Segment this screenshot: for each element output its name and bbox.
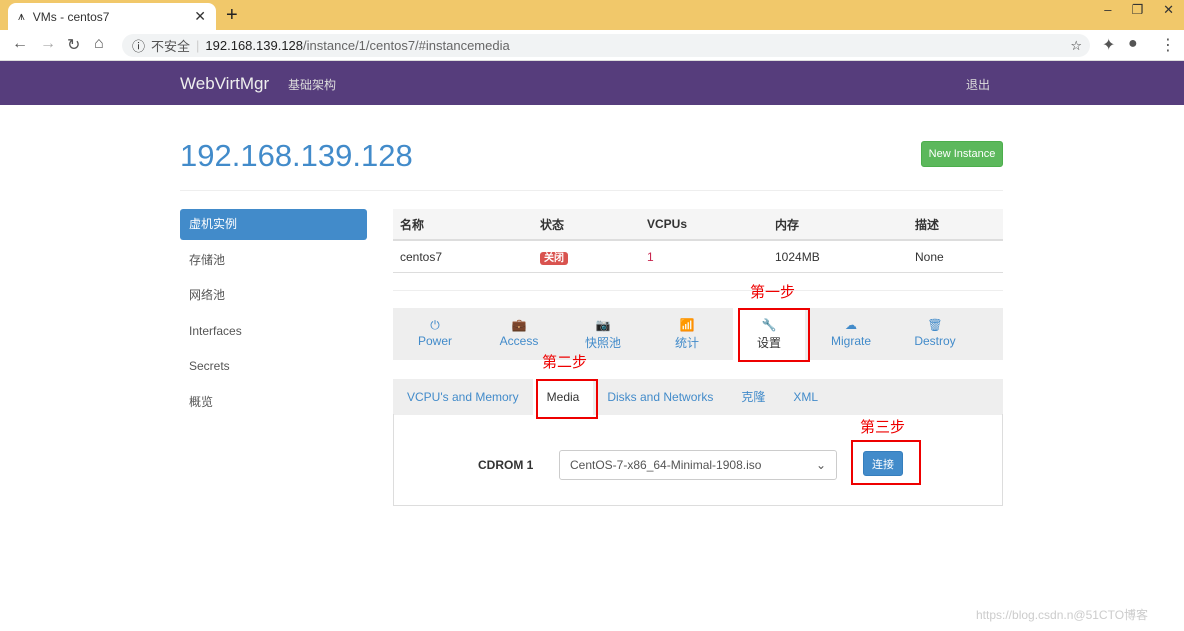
new-tab-button[interactable]: + [226, 4, 238, 27]
annotation-step3: 第三步 [860, 419, 906, 436]
restore-icon[interactable]: ❐ [1131, 2, 1143, 18]
nav-infrastructure[interactable]: 基础架构 [288, 76, 336, 93]
sidebar-item[interactable]: 虚机实例 [180, 209, 367, 240]
instance-actions: ⏻ Power 💼 Access 📷 快照池 📶 统计 🔧 设置 ☁ Migrate 🗑 Destroy [393, 308, 1003, 360]
divider [393, 290, 1003, 291]
profile-icon[interactable]: ● [1128, 35, 1138, 53]
window-controls: – ❐ ✕ [1104, 2, 1174, 18]
cell-value: None [915, 249, 944, 264]
subtab[interactable]: VCPU's and Memory [393, 379, 533, 415]
action-label: Migrate [830, 334, 871, 348]
url-host: 192.168.139.128 [205, 38, 304, 53]
column-header: 状态 [540, 217, 565, 232]
iso-select-value: CentOS-7-x86_64-Minimal-1908.iso [570, 458, 762, 472]
action-label: Destroy [914, 334, 956, 348]
watermark: https://blog.csdn.n@51CTO博客 [976, 608, 1149, 622]
sidebar-item[interactable]: 概览 [180, 387, 367, 418]
cell-value: 1 [647, 249, 654, 264]
favicon-icon: ⩚ [18, 9, 25, 23]
extensions-icon[interactable]: ✦ [1102, 35, 1115, 55]
minimize-icon[interactable]: – [1104, 2, 1111, 18]
page-title: 192.168.139.128 [180, 138, 413, 173]
access-icon: 💼 [511, 318, 527, 332]
url-path: /instance/1/centos7/#instancemedia [303, 38, 510, 53]
action-label: 快照池 [584, 336, 621, 350]
instance-table: 名称 状态 VCPUs 内存 描述 centos7 关闭 1 1024MB None [393, 209, 1003, 273]
home-icon[interactable]: ⌂ [94, 35, 104, 53]
status-badge: 关闭 [540, 252, 568, 265]
forward-icon[interactable]: → [40, 35, 56, 53]
table-header: 名称 状态 VCPUs 内存 描述 [393, 209, 1003, 241]
close-window-icon[interactable]: ✕ [1163, 2, 1174, 18]
annotation-box-step3 [851, 440, 921, 485]
annotation-box-step1 [738, 308, 810, 362]
action-统计[interactable]: 📶 统计 [645, 308, 729, 360]
subtab[interactable]: XML [779, 379, 832, 415]
logout-link[interactable]: 退出 [966, 76, 990, 93]
address-bar-row: ← → ↻ ⌂ ⓘ 不安全 | 192.168.139.128/instance/1/… [0, 30, 1184, 61]
快照池-icon: 📷 [595, 318, 611, 332]
column-header: 名称 [400, 217, 425, 232]
tab-title: VMs - centos7 [32, 9, 110, 24]
divider [180, 190, 1003, 191]
brand-link[interactable]: WebVirtMgr [180, 74, 269, 94]
browser-tab-strip: ⩚ VMs - centos7 ✕ + – ❐ ✕ [0, 0, 1184, 30]
power-icon: ⏻ [430, 318, 440, 332]
navbar: WebVirtMgr 基础架构 退出 [0, 61, 1184, 105]
column-header: 描述 [915, 217, 940, 232]
annotation-step1: 第一步 [750, 284, 796, 301]
table-cell: centos7 [393, 250, 533, 264]
annotation-box-step2 [536, 379, 598, 419]
cell-value[interactable]: centos7 [400, 250, 442, 264]
chevron-down-icon: ⌄ [815, 458, 826, 472]
sidebar-item[interactable]: 存储池 [180, 245, 367, 276]
iso-select[interactable]: CentOS-7-x86_64-Minimal-1908.iso ⌄ [559, 450, 837, 480]
annotation-step2: 第二步 [542, 354, 588, 371]
subtab[interactable]: Disks and Networks [593, 379, 727, 415]
info-icon: ⓘ [132, 39, 146, 54]
action-power[interactable]: ⏻ Power [393, 308, 477, 360]
back-icon[interactable]: ← [12, 35, 28, 53]
new-instance-button[interactable]: New Instance [921, 141, 1003, 167]
action-label: 统计 [674, 336, 699, 350]
settings-subtabs: VCPU's and Memory Media Disks and Networks… [393, 379, 1003, 415]
sidebar-item[interactable]: Secrets [180, 351, 367, 382]
sidebar-item[interactable]: 网络池 [180, 280, 367, 311]
subtab[interactable]: 克隆 [727, 379, 779, 415]
insecure-label: 不安全 [151, 39, 191, 54]
table-row: centos7 关闭 1 1024MB None [393, 241, 1003, 273]
star-icon[interactable]: ☆ [1070, 38, 1082, 54]
column-header: 内存 [775, 217, 800, 232]
menu-icon[interactable]: ⋮ [1160, 35, 1176, 55]
migrate-icon: ☁ [845, 318, 857, 332]
cdrom-label: CDROM 1 [478, 458, 534, 472]
action-destroy[interactable]: 🗑 Destroy [893, 308, 977, 360]
url-input[interactable]: ⓘ 不安全 | 192.168.139.128/instance/1/centos7/… [122, 34, 1090, 57]
table-cell: 1 [640, 250, 768, 264]
destroy-icon: 🗑 [927, 318, 943, 332]
column-header: VCPUs [647, 217, 688, 231]
cell-value: 1024MB [775, 249, 820, 264]
action-migrate[interactable]: ☁ Migrate [809, 308, 893, 360]
sidebar-item[interactable]: Interfaces [180, 316, 367, 347]
close-tab-icon[interactable]: ✕ [194, 8, 206, 25]
action-label: Access [499, 334, 539, 348]
table-cell: None [908, 250, 1003, 264]
table-cell: 关闭 [533, 249, 640, 265]
action-label: Power [417, 334, 452, 348]
table-cell: 1024MB [768, 250, 908, 264]
统计-icon: 📶 [679, 318, 695, 332]
browser-tab[interactable]: ⩚ VMs - centos7 ✕ [8, 3, 216, 30]
reload-icon[interactable]: ↻ [67, 35, 80, 55]
